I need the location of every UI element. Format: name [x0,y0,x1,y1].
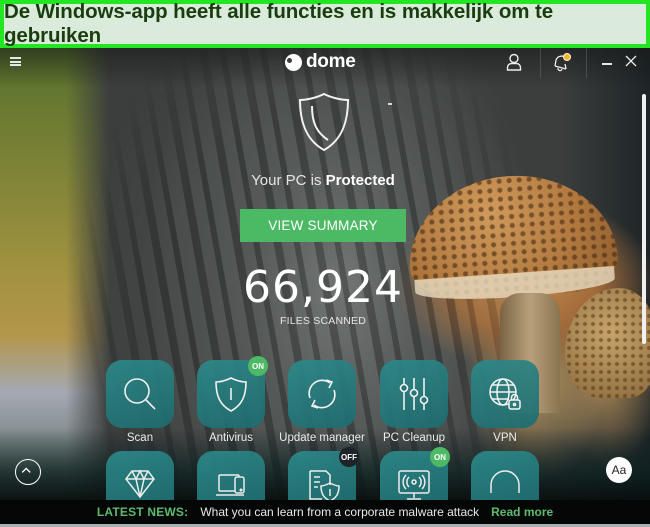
minimize-button[interactable] [601,54,613,70]
dome-logo: dome [285,51,356,73]
divider [586,48,587,78]
files-scanned-label: FILES SCANNED [279,315,367,327]
headset-icon [490,470,520,493]
magnifier-icon [124,378,156,410]
data-shield-status-badge: OFF [339,447,359,467]
protection-status: Your PC is Protected [0,172,646,189]
tile-vpn-label: VPN [493,432,517,444]
tile-pc-cleanup[interactable] [380,360,448,428]
antivirus-status-badge: ON [248,356,268,376]
document-shield-icon [309,470,340,502]
menu-icon[interactable] [10,57,21,66]
notifications-bell-icon[interactable] [551,52,573,72]
news-label: LATEST NEWS: [96,505,189,519]
font-size-button[interactable]: Aa [606,457,632,483]
view-summary-button[interactable]: VIEW SUMMARY [240,209,406,242]
user-account-icon[interactable] [504,52,524,72]
diamond-icon [125,469,155,499]
globe-lock-icon [489,378,521,410]
wifi-monitor-icon [398,470,430,500]
caption-banner: De Windows-app heeft alle functies en is… [0,0,650,48]
tile-scan[interactable] [106,360,174,428]
tile-scan-label: Scan [126,432,154,444]
dome-app-window: dome Your PC is Protected VIEW SUMMARY 6… [0,48,650,527]
status-state: Protected [325,172,395,189]
divider [540,48,541,78]
shield-icon [215,377,247,412]
sliders-icon [399,378,429,410]
chevron-up-icon [21,467,31,473]
tile-update-manager[interactable] [288,360,356,428]
close-button[interactable] [624,54,638,68]
wifi-status-badge: ON [430,447,450,467]
tile-antivirus-label: Antivirus [208,432,254,444]
devices-icon [216,474,245,496]
logo-text: dome [306,51,356,72]
refresh-arrows-icon [308,379,336,409]
status-prefix: Your PC is [251,172,326,189]
title-bar: dome [0,48,650,78]
read-more-link[interactable]: Read more [491,505,553,519]
notification-badge [563,53,571,61]
panda-logo-icon [285,53,302,71]
tile-vpn[interactable] [471,360,539,428]
news-headline[interactable]: What you can learn from a corporate malw… [200,505,479,519]
scroll-up-button[interactable] [15,459,41,485]
files-scanned-count: 66,924 [243,262,403,313]
protection-shield-icon [298,92,350,152]
news-bar: LATEST NEWS: What you can learn from a c… [0,500,650,524]
scrollbar[interactable] [642,94,646,344]
decorative-dot [388,103,392,105]
tile-pc-cleanup-label: PC Cleanup [382,432,445,444]
tile-update-manager-label: Update manager [279,432,365,444]
caption-text: De Windows-app heeft alle functies en is… [4,0,554,47]
